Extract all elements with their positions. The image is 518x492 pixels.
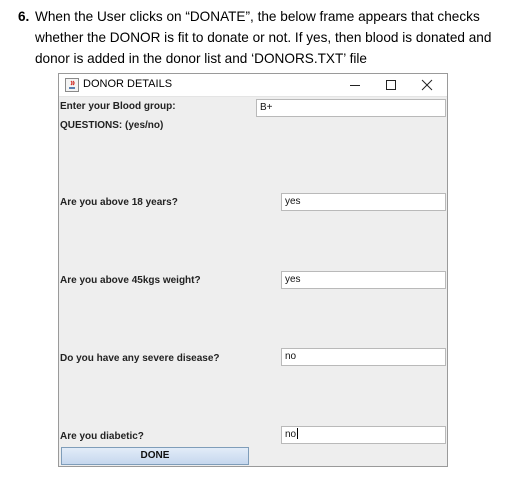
maximize-icon[interactable] — [377, 76, 405, 94]
paragraph-line-1: When the User clicks on “DONATE”, the be… — [35, 9, 480, 24]
blood-group-label: Enter your Blood group: — [60, 101, 176, 112]
question-weight-field[interactable]: yes — [281, 271, 446, 289]
paragraph-line-3: donor is added in the donor list and ‘DO… — [35, 51, 367, 66]
question-diabetic-value: no — [285, 429, 297, 440]
close-icon[interactable] — [413, 76, 441, 94]
done-button[interactable]: DONE — [61, 447, 249, 465]
questions-heading: QUESTIONS: (yes/no) — [60, 120, 164, 131]
question-age-field[interactable]: yes — [281, 193, 446, 211]
blood-group-field[interactable]: B+ — [256, 99, 446, 117]
java-app-icon — [65, 78, 79, 92]
question-diabetic-field[interactable]: no — [281, 426, 446, 444]
question-diabetic-label: Are you diabetic? — [60, 431, 144, 442]
question-age-label: Are you above 18 years? — [60, 197, 178, 208]
minimize-icon[interactable] — [341, 76, 369, 94]
donor-details-window: DONOR DETAILS Enter your Blood group: B+… — [58, 73, 448, 467]
window-title: DONOR DETAILS — [83, 78, 173, 90]
question-disease-label: Do you have any severe disease? — [60, 353, 220, 364]
question-weight-label: Are you above 45kgs weight? — [60, 275, 201, 286]
paragraph-line-2: whether the DONOR is fit to donate or no… — [35, 30, 492, 45]
title-bar[interactable]: DONOR DETAILS — [59, 74, 447, 97]
question-disease-field[interactable]: no — [281, 348, 446, 366]
item-number: 6. — [18, 9, 30, 24]
text-caret — [297, 428, 299, 439]
